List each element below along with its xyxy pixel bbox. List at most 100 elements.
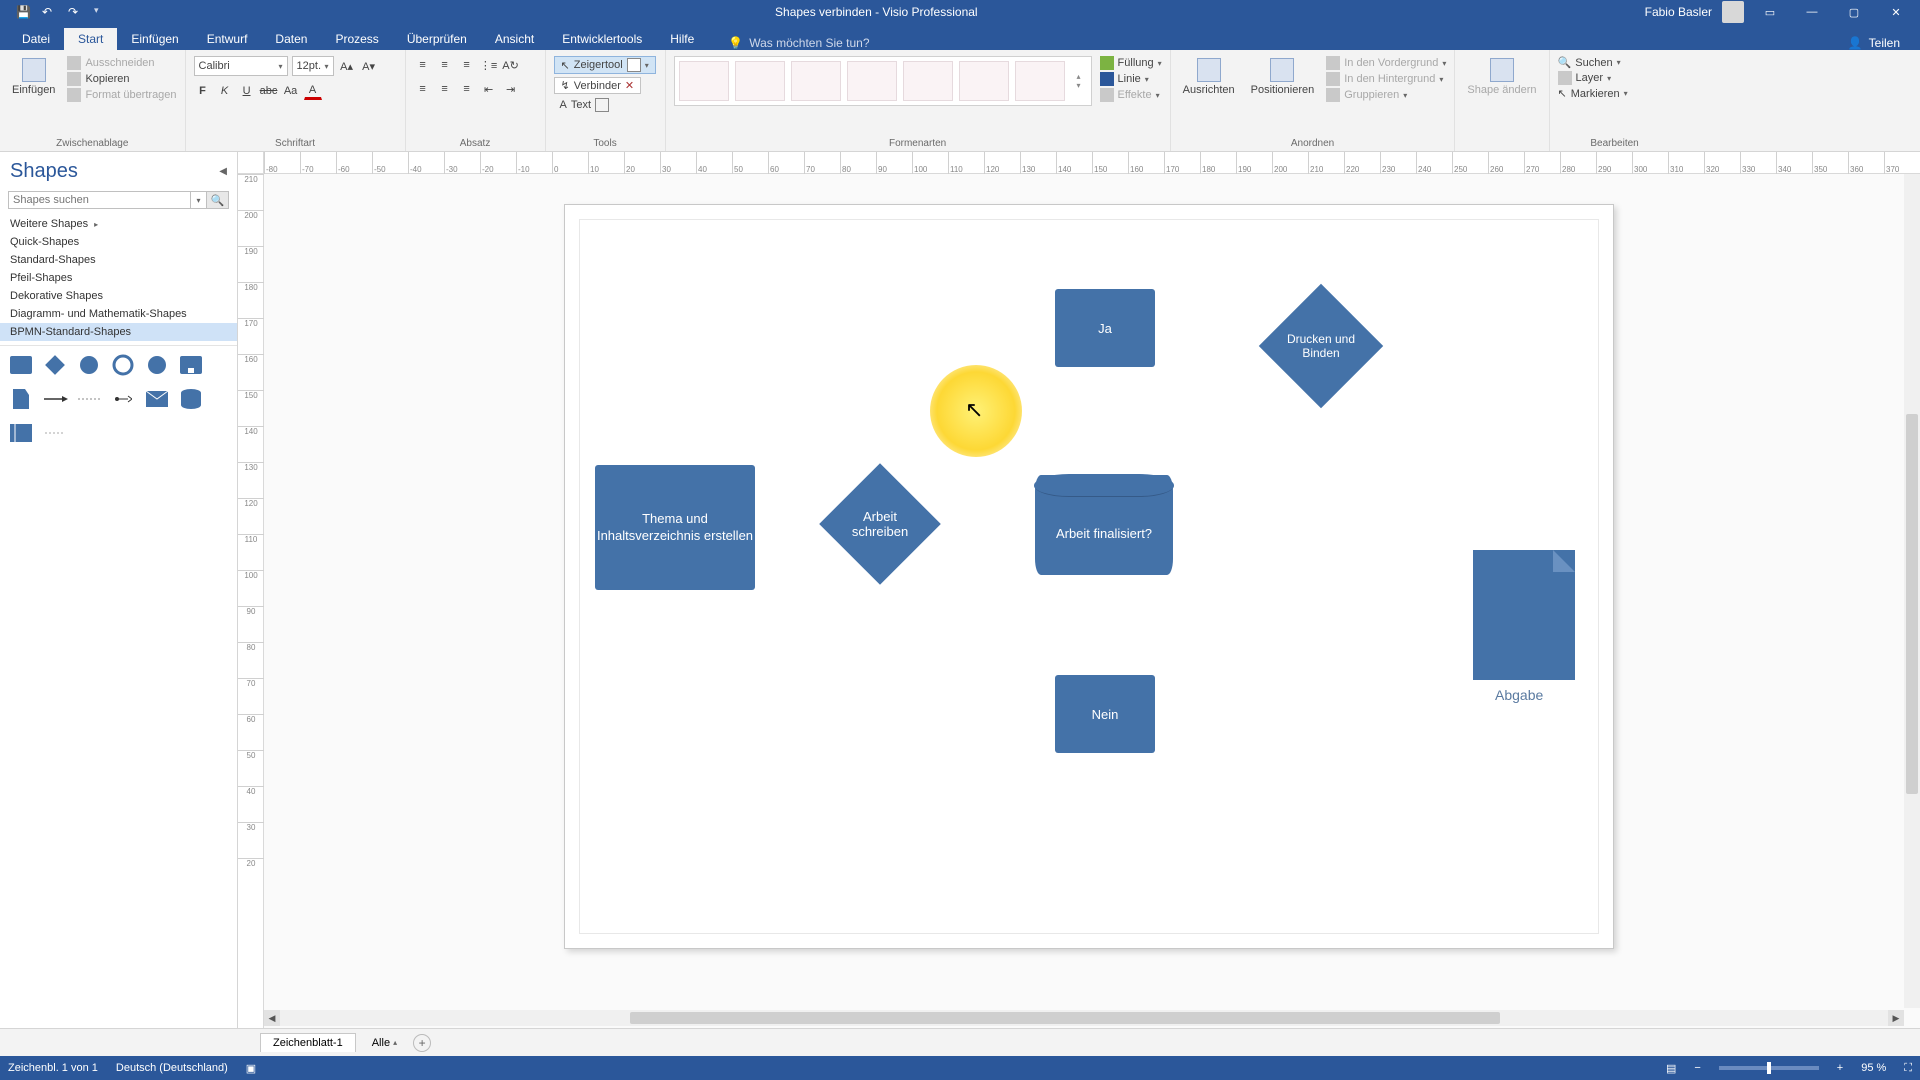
grow-font-button[interactable]: A▴ (338, 57, 356, 75)
underline-button[interactable]: U (238, 82, 256, 100)
search-button[interactable]: 🔍 (206, 192, 228, 208)
drawing-page[interactable]: ↖ Thema und Inhaltsverzeichnis erstellen… (564, 204, 1614, 949)
stencil-start-event[interactable] (144, 352, 170, 378)
scroll-right-button[interactable]: ▶ (1888, 1010, 1904, 1026)
tab-datei[interactable]: Datei (8, 28, 64, 50)
stencil-message[interactable] (144, 386, 170, 412)
align-bottom-button[interactable]: ≡ (458, 56, 476, 74)
strikethrough-button[interactable]: abc (260, 82, 278, 100)
ribbon-display-icon[interactable]: ▭ (1754, 6, 1786, 19)
text-tool-button[interactable]: AText (554, 97, 616, 113)
shape-arbeit-schreiben[interactable]: Arbeit schreiben (819, 463, 941, 585)
tab-entwicklertools[interactable]: Entwicklertools (548, 28, 656, 50)
save-icon[interactable]: 💾 (16, 5, 30, 19)
status-language[interactable]: Deutsch (Deutschland) (116, 1062, 228, 1074)
tab-hilfe[interactable]: Hilfe (656, 28, 708, 50)
bullets-button[interactable]: ⋮≡ (480, 56, 498, 74)
shape-ja[interactable]: Ja (1055, 289, 1155, 367)
cut-button[interactable]: Ausschneiden (67, 56, 176, 70)
shape-nein[interactable]: Nein (1055, 675, 1155, 753)
stencil-subprocess[interactable] (178, 352, 204, 378)
zoom-out-button[interactable]: − (1694, 1062, 1700, 1074)
close-button[interactable]: ✕ (1880, 6, 1912, 19)
align-left-button[interactable]: ≡ (414, 80, 432, 98)
rotate-text-button[interactable]: A↻ (502, 56, 520, 74)
stencil-pool[interactable] (8, 420, 34, 446)
send-back-button[interactable]: In den Hintergrund▾ (1326, 72, 1446, 86)
copy-button[interactable]: Kopieren (67, 72, 176, 86)
align-right-button[interactable]: ≡ (458, 80, 476, 98)
case-button[interactable]: Aa (282, 82, 300, 100)
select-button[interactable]: ↖Markieren▾ (1558, 87, 1628, 100)
shapes-search-input[interactable] (9, 192, 190, 208)
align-top-button[interactable]: ≡ (414, 56, 432, 74)
redo-icon[interactable]: ↷ (68, 5, 82, 19)
tab-ueberpruefen[interactable]: Überprüfen (393, 28, 481, 50)
font-color-button[interactable]: A (304, 82, 322, 100)
style-thumb[interactable] (679, 61, 729, 101)
scroll-track[interactable] (280, 1010, 1888, 1026)
close-icon[interactable]: ✕ (625, 79, 634, 92)
scroll-thumb[interactable] (1906, 414, 1918, 794)
zoom-value[interactable]: 95 % (1861, 1062, 1886, 1074)
font-name-combo[interactable]: Calibri▾ (194, 56, 288, 76)
add-page-button[interactable]: + (413, 1034, 431, 1052)
zoom-thumb[interactable] (1767, 1062, 1771, 1074)
zoom-in-button[interactable]: + (1837, 1062, 1843, 1074)
find-button[interactable]: 🔍Suchen▾ (1558, 56, 1628, 69)
cat-quick[interactable]: Quick-Shapes (0, 233, 237, 251)
shrink-font-button[interactable]: A▾ (360, 57, 378, 75)
undo-icon[interactable]: ↶ (42, 5, 56, 19)
search-dropdown[interactable]: ▾ (190, 192, 206, 208)
cat-dekorativ[interactable]: Dekorative Shapes (0, 287, 237, 305)
stencil-end-event[interactable] (110, 352, 136, 378)
paste-button[interactable]: Einfügen (8, 56, 59, 98)
align-center-button[interactable]: ≡ (436, 80, 454, 98)
tab-ansicht[interactable]: Ansicht (481, 28, 548, 50)
stencil-gateway[interactable] (42, 352, 68, 378)
cat-standard[interactable]: Standard-Shapes (0, 251, 237, 269)
presentation-mode-icon[interactable]: ▤ (1666, 1062, 1676, 1075)
zoom-slider[interactable] (1719, 1066, 1819, 1070)
style-thumb[interactable] (1015, 61, 1065, 101)
page-tab-all[interactable]: Alle▴ (362, 1034, 407, 1052)
stencil-event[interactable] (76, 352, 102, 378)
italic-button[interactable]: K (216, 82, 234, 100)
cat-weitere[interactable]: Weitere Shapes▸ (0, 215, 237, 233)
bold-button[interactable]: F (194, 82, 212, 100)
stencil-annotation[interactable] (42, 420, 68, 446)
effects-button[interactable]: Effekte▾ (1100, 88, 1162, 102)
style-thumb[interactable] (903, 61, 953, 101)
minimize-button[interactable]: — (1796, 6, 1828, 18)
stencil-assoc[interactable] (110, 386, 136, 412)
tab-prozess[interactable]: Prozess (321, 28, 392, 50)
qat-more-icon[interactable]: ▾ (94, 5, 108, 19)
tab-entwurf[interactable]: Entwurf (193, 28, 262, 50)
style-thumb[interactable] (959, 61, 1009, 101)
style-thumb[interactable] (847, 61, 897, 101)
line-button[interactable]: Linie▾ (1100, 72, 1162, 86)
fill-button[interactable]: Füllung▾ (1100, 56, 1162, 70)
stencil-arrow[interactable] (42, 386, 68, 412)
tab-einfuegen[interactable]: Einfügen (117, 28, 192, 50)
cat-pfeil[interactable]: Pfeil-Shapes (0, 269, 237, 287)
collapse-pane-icon[interactable]: ◀ (219, 166, 227, 177)
canvas[interactable]: -80-70-60-50-40-30-20-100102030405060708… (238, 152, 1920, 1028)
avatar[interactable] (1722, 1, 1744, 23)
stencil-msg-flow[interactable] (76, 386, 102, 412)
change-shape-button[interactable]: Shape ändern (1463, 56, 1540, 98)
fit-page-icon[interactable]: ⛶ (1904, 1062, 1912, 1075)
page-area[interactable]: ↖ Thema und Inhaltsverzeichnis erstellen… (264, 174, 1904, 1008)
cat-diagramm[interactable]: Diagramm- und Mathematik-Shapes (0, 305, 237, 323)
share-button[interactable]: 👤 Teilen (1848, 36, 1920, 50)
style-thumb[interactable] (791, 61, 841, 101)
align-button[interactable]: Ausrichten (1179, 56, 1239, 98)
stencil-data-store[interactable] (178, 386, 204, 412)
scroll-left-button[interactable]: ◀ (264, 1010, 280, 1026)
format-painter-button[interactable]: Format übertragen (67, 88, 176, 102)
scroll-thumb[interactable] (630, 1012, 1500, 1024)
shape-arbeit-final[interactable]: Arbeit finalisiert? (1035, 475, 1173, 575)
tab-start[interactable]: Start (64, 28, 117, 50)
style-thumb[interactable] (735, 61, 785, 101)
tell-me[interactable]: 💡 Was möchten Sie tun? (728, 36, 869, 50)
